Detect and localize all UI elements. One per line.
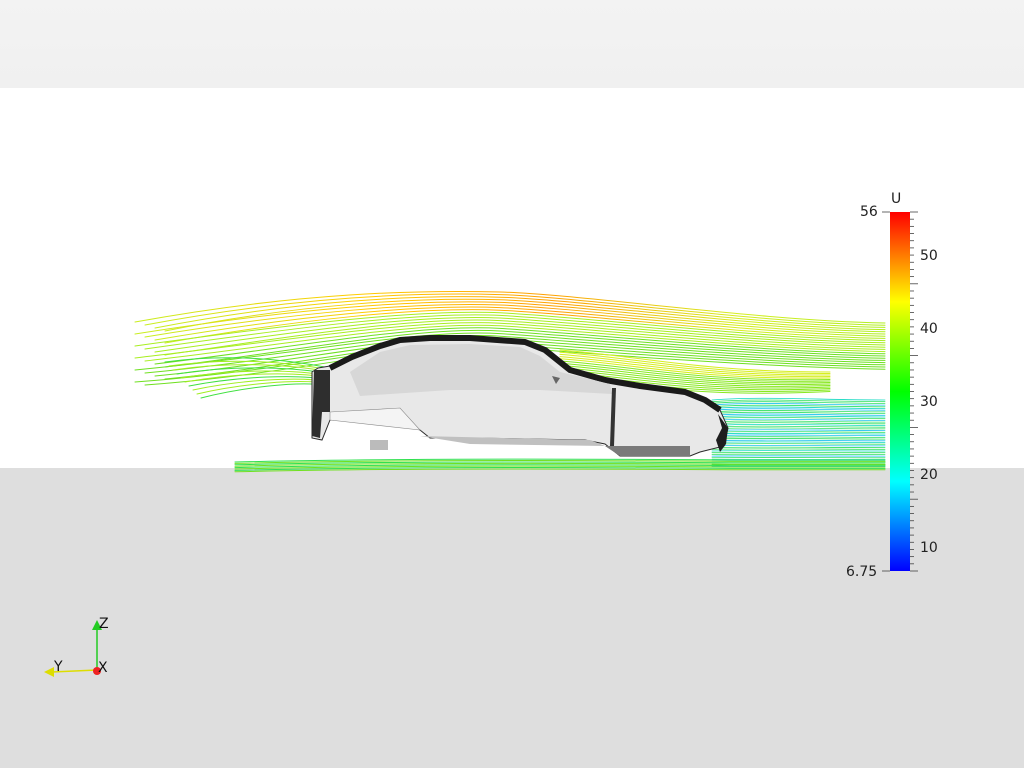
- streamline: [711, 413, 886, 416]
- streamline: [711, 399, 886, 403]
- streamline: [711, 446, 886, 448]
- streamline: [711, 420, 886, 423]
- x-axis-label: X: [98, 660, 108, 676]
- orientation-axes[interactable]: [44, 620, 102, 677]
- y-axis-arrow: [44, 667, 54, 677]
- streamline: [711, 403, 886, 406]
- streamline: [711, 411, 886, 414]
- streamline: [711, 406, 886, 409]
- streamline: [711, 415, 886, 418]
- streamline: [711, 437, 886, 440]
- colorbar-tick-10: 10: [920, 540, 938, 556]
- colorbar-tick-40: 40: [920, 321, 938, 337]
- streamline: [234, 468, 886, 473]
- colorbar-gradient: [890, 212, 910, 571]
- y-axis-label: Y: [54, 659, 63, 675]
- streamline: [711, 401, 886, 404]
- colorbar-tick-50: 50: [920, 248, 938, 264]
- streamline: [711, 425, 886, 428]
- streamline: [711, 443, 886, 445]
- streamline: [711, 430, 886, 433]
- car-exhaust: [370, 440, 388, 450]
- colorbar-max-label: 56: [860, 204, 878, 220]
- streamline: [711, 439, 886, 442]
- streamline: [711, 436, 886, 438]
- render-viewport[interactable]: U 56 50 40 30 20 10 6.75 Z Y X: [0, 0, 1024, 768]
- streamline: [711, 423, 886, 426]
- streamline: [711, 418, 886, 421]
- streamline: [711, 397, 886, 401]
- streamline: [711, 441, 886, 443]
- streamline: [196, 381, 331, 395]
- streamline: [711, 444, 886, 447]
- z-axis-label: Z: [99, 616, 109, 632]
- streamline: [711, 422, 886, 425]
- streamline: [711, 404, 886, 408]
- streamline: [192, 378, 331, 391]
- streamline: [711, 427, 886, 430]
- streamline: [711, 429, 886, 431]
- streamline: [200, 383, 331, 399]
- car-rocker: [605, 446, 690, 456]
- streamline: [711, 408, 886, 411]
- colorbar-tick-30: 30: [920, 394, 938, 410]
- streamline-scene: [44, 211, 918, 677]
- colorbar: [882, 211, 918, 572]
- colorbar-min-label: 6.75: [846, 564, 878, 580]
- streamline: [711, 432, 886, 435]
- streamline: [711, 410, 886, 413]
- colorbar-tick-20: 20: [920, 467, 938, 483]
- streamline: [711, 434, 886, 437]
- streamline: [711, 417, 886, 420]
- colorbar-title: U: [891, 191, 902, 207]
